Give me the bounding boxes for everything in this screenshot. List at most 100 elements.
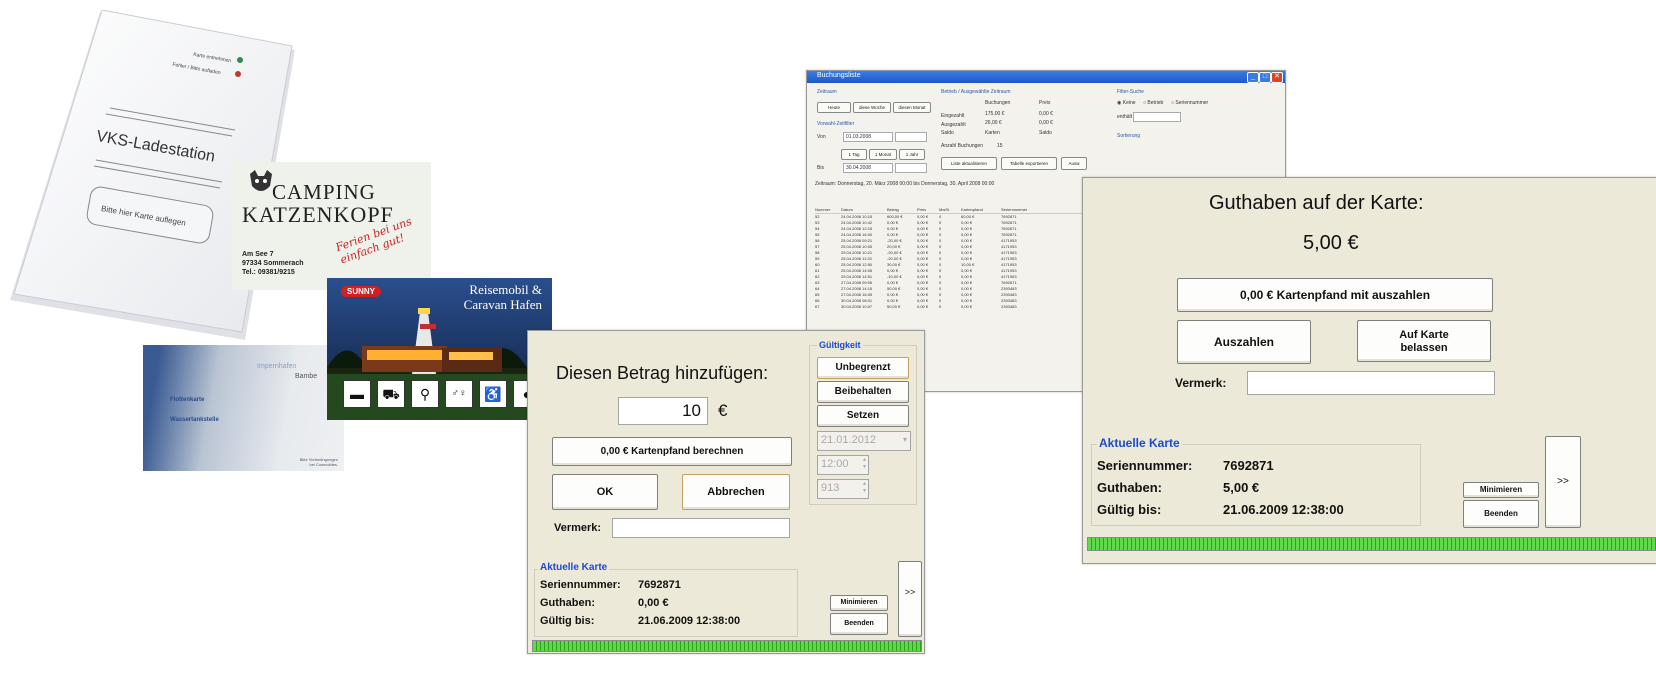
validity-time-spinner[interactable]: 12:00 ▴ ▾ — [817, 455, 869, 475]
valid-until-value: 21.06.2009 12:38:00 — [1223, 502, 1344, 517]
von-time-input[interactable] — [895, 132, 927, 142]
section-sortierung: Sortierung — [1117, 133, 1141, 139]
window-title: Buchungsliste — [817, 72, 861, 79]
add-heading: Diesen Betrag hinzufügen: — [556, 363, 769, 383]
exit-button[interactable]: Beenden — [1463, 500, 1539, 528]
balance-amount: 5,00 € — [1303, 232, 1359, 254]
filter-input[interactable] — [1133, 112, 1181, 122]
add-amount-window: Diesen Betrag hinzufügen: 10 € 0,00 € Ka… — [527, 330, 925, 654]
filter-option-none[interactable]: ◉ Keine — [1117, 100, 1136, 106]
serial-label: Seriennummer: — [540, 579, 621, 591]
validity-title: Gültigkeit — [817, 340, 863, 350]
refresh-list-button[interactable]: Liste aktualisieren — [941, 157, 997, 170]
unlimited-button[interactable]: Unbegrenzt — [817, 357, 909, 379]
expand-button[interactable]: >> — [898, 561, 922, 637]
filter-option-serial[interactable]: ○ Seriennummer — [1171, 100, 1208, 106]
minimize-window-button[interactable]: _ — [1247, 72, 1259, 83]
filter-option-label: Seriennummer — [1175, 100, 1209, 106]
summary-header: Buchungen — [985, 100, 1011, 106]
chevron-down-icon: ▾ — [902, 435, 907, 444]
set-button[interactable]: Setzen — [817, 405, 909, 427]
minimize-button[interactable]: Minimieren — [830, 595, 888, 611]
summary-cell: Eingezahlt — [941, 113, 965, 119]
serial-value: 7692871 — [638, 579, 681, 591]
range-text: Zeitraum: Donnerstag, 20. März 2008 00:0… — [815, 181, 995, 187]
balance-value: 5,00 € — [1223, 480, 1260, 495]
address-line: Tel.: 09381/9215 — [242, 269, 295, 276]
valid-until-value: 21.06.2009 12:38:00 — [638, 615, 741, 627]
progress-bar — [532, 640, 922, 652]
section-filter: Filter-Suche — [1117, 89, 1144, 95]
progress-bar — [1087, 537, 1656, 551]
note-input[interactable] — [612, 518, 790, 538]
balance-label: Guthaben: — [1097, 480, 1162, 495]
flottenkarte-card: Impernhafen Bambe Flottenkarte Wassertan… — [143, 345, 344, 471]
validity-date-picker[interactable]: 21.01.2012 ▾ — [817, 431, 911, 451]
note-input[interactable] — [1247, 371, 1495, 395]
tap-icon: ⚲ — [411, 380, 439, 408]
valid-until-label: Gültig bis: — [1097, 502, 1162, 517]
balance-label: Guthaben: — [540, 597, 595, 609]
summary-cell: 0,00 € — [1039, 111, 1053, 117]
section-zeitraum: Zeitraum — [817, 89, 837, 95]
table-header-cell: Betrag — [887, 207, 899, 212]
summary-cell: Saldo — [941, 130, 954, 136]
spinner-arrows-icon: ▴ ▾ — [862, 481, 866, 494]
wc-icon: ♂♀ — [445, 380, 473, 408]
table-cell: 0,00 € — [917, 304, 929, 309]
one-month-button[interactable]: 1 Monat — [869, 149, 897, 160]
table-header-row: Nummer Datum Betrag Preis MwSt Kartenpfand Ser… — [815, 207, 1115, 214]
balance-window: Guthaben auf der Karte: 5,00 € 0,00 € Ka… — [1082, 177, 1656, 564]
payout-button[interactable]: Auszahlen — [1177, 320, 1311, 364]
summary-cell: Ausgezahlt — [941, 122, 966, 128]
maximize-window-button[interactable]: □ — [1259, 72, 1271, 83]
keep-on-card-button[interactable]: Auf Karte belassen — [1357, 320, 1491, 362]
booking-count-value: 15 — [997, 143, 1003, 149]
von-label: Von — [817, 134, 826, 140]
one-day-button[interactable]: 1 Tag — [841, 149, 867, 160]
today-button[interactable]: Heute — [817, 102, 851, 113]
currency-label: € — [718, 401, 728, 420]
footer-line: bei Cosmobiles. — [309, 462, 338, 467]
titlebar: Buchungsliste _ □ ✕ — [807, 71, 1285, 83]
validity-days-spinner[interactable]: 913 ▴ ▾ — [817, 479, 869, 499]
wheelchair-icon: ♿ — [479, 380, 507, 408]
close-window-button[interactable]: ✕ — [1271, 72, 1283, 83]
table-row[interactable]: 67 30.04.2008 10:07 50,00 € 0,00 € 0 0,00 € 23… — [815, 304, 1115, 310]
caravan-icon: ⛟ — [377, 380, 405, 408]
camping-address: Am See 7 97334 Sommerach Tel.: 09381/921… — [242, 250, 303, 277]
von-date-value: 01.03.2008 — [846, 134, 872, 140]
von-date-input[interactable]: 01.03.2008 — [843, 132, 893, 142]
note-label: Vermerk: — [554, 522, 602, 534]
export-table-button[interactable]: Tabelle exportieren — [1001, 157, 1057, 170]
validity-time-value: 12:00 — [821, 458, 849, 470]
serial-label: Seriennummer: — [1097, 458, 1193, 473]
cancel-button[interactable]: Abbrechen — [682, 474, 790, 510]
exit-button[interactable]: Beenden — [830, 613, 888, 635]
selection-button[interactable]: Ausw — [1061, 157, 1087, 170]
keep-button[interactable]: Beibehalten — [817, 381, 909, 403]
bis-date-input[interactable]: 30.04.2008 — [843, 163, 893, 173]
camping-title-line2: KATZENKOPF — [242, 202, 394, 227]
booking-count-label: Anzahl Buchungen — [941, 143, 983, 149]
bis-date-value: 30.04.2008 — [846, 165, 872, 171]
summary-cell: 175,00 € — [985, 111, 1005, 117]
table-header-cell: Seriennummer — [1001, 207, 1028, 212]
minimize-button[interactable]: Minimieren — [1463, 482, 1539, 498]
amount-input[interactable]: 10 — [618, 397, 708, 425]
camping-katzenkopf-card: CAMPING KATZENKOPF Am See 7 97334 Sommer… — [232, 162, 431, 290]
one-year-button[interactable]: 1 Jahr — [899, 149, 925, 160]
filter-option-betrieb[interactable]: ○ Betrieb — [1143, 100, 1163, 106]
filter-option-label: Keine — [1122, 100, 1136, 106]
ok-button[interactable]: OK — [552, 474, 658, 510]
this-month-button[interactable]: diesen Monat — [893, 102, 931, 113]
calculate-deposit-button[interactable]: 0,00 € Kartenpfand berechnen — [552, 437, 792, 466]
expand-button[interactable]: >> — [1545, 436, 1581, 528]
section-vorwahl: Vorwahl-Zeitfilter — [817, 121, 855, 127]
this-week-button[interactable]: diese Woche — [853, 102, 891, 113]
address-line: Am See 7 — [242, 251, 274, 258]
payout-deposit-button[interactable]: 0,00 € Kartenpfand mit auszahlen — [1177, 278, 1493, 312]
sunny-logo: SUNNY — [341, 286, 382, 297]
bis-time-input[interactable] — [895, 163, 927, 173]
balance-heading: Guthaben auf der Karte: — [1209, 192, 1424, 214]
